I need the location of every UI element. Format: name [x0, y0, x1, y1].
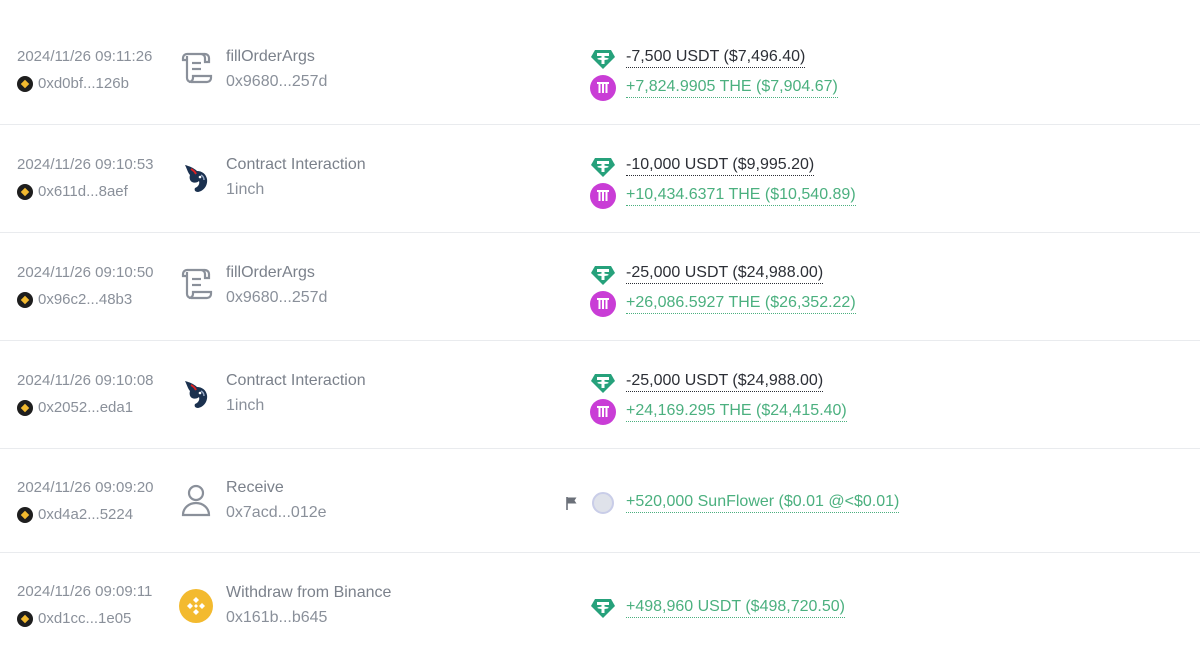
balance-change-in[interactable]: +24,169.295 THE ($24,415.40)	[626, 402, 847, 422]
tx-timestamp: 2024/11/26 09:10:50	[17, 264, 154, 281]
bnb-chain-icon	[17, 610, 33, 627]
tx-type: Contract Interaction	[226, 372, 366, 389]
1inch-unicorn-icon	[178, 376, 214, 412]
tx-counterparty[interactable]: 0x161b...b645	[226, 609, 327, 627]
balance-change-in[interactable]: +10,434.6371 THE ($10,540.89)	[626, 186, 856, 206]
tx-timestamp: 2024/11/26 09:09:20	[17, 479, 154, 496]
bnb-chain-icon	[17, 291, 33, 308]
tx-type: Contract Interaction	[226, 156, 366, 173]
scroll-icon	[178, 50, 214, 86]
tether-icon	[591, 158, 615, 177]
tx-hash[interactable]: 0xd0bf...126b	[38, 75, 129, 92]
tx-hash[interactable]: 0xd1cc...1e05	[38, 610, 131, 627]
row-divider	[0, 340, 1200, 341]
balance-change-out[interactable]: -25,000 USDT ($24,988.00)	[626, 264, 824, 284]
tx-address[interactable]: 0xd4a2...5224	[17, 506, 133, 523]
tx-type: fillOrderArgs	[226, 264, 315, 281]
the-token-icon	[590, 399, 616, 425]
tx-type: Withdraw from Binance	[226, 584, 392, 601]
tx-hash[interactable]: 0x611d...8aef	[38, 183, 128, 200]
sunflower-token-icon	[592, 492, 614, 514]
tx-address[interactable]: 0x2052...eda1	[17, 399, 133, 416]
tx-timestamp: 2024/11/26 09:10:08	[17, 372, 154, 389]
bnb-chain-icon	[17, 399, 33, 416]
tx-counterparty[interactable]: 0x9680...257d	[226, 289, 327, 307]
balance-change-in[interactable]: +520,000 SunFlower ($0.01 @<$0.01)	[626, 493, 900, 513]
tx-counterparty[interactable]: 0x9680...257d	[226, 73, 327, 91]
1inch-unicorn-icon	[178, 160, 214, 196]
tx-timestamp: 2024/11/26 09:10:53	[17, 156, 154, 173]
user-icon	[178, 482, 214, 518]
tether-icon	[591, 599, 615, 618]
balance-change-out[interactable]: -10,000 USDT ($9,995.20)	[626, 156, 815, 176]
tx-counterparty[interactable]: 0x7acd...012e	[226, 504, 327, 522]
tether-icon	[591, 374, 615, 393]
tx-type: Receive	[226, 479, 284, 496]
bnb-chain-icon	[17, 506, 33, 523]
scroll-icon	[178, 266, 214, 302]
tx-timestamp: 2024/11/26 09:11:26	[17, 48, 153, 65]
tx-address[interactable]: 0x611d...8aef	[17, 183, 128, 200]
tx-address[interactable]: 0x96c2...48b3	[17, 291, 132, 308]
tether-icon	[591, 50, 615, 69]
balance-change-out[interactable]: -25,000 USDT ($24,988.00)	[626, 372, 824, 392]
bnb-chain-icon	[17, 75, 33, 92]
row-divider	[0, 448, 1200, 449]
the-token-icon	[590, 183, 616, 209]
row-divider	[0, 232, 1200, 233]
row-divider	[0, 124, 1200, 125]
bnb-chain-icon	[17, 183, 33, 200]
binance-icon	[178, 588, 214, 624]
tx-address[interactable]: 0xd0bf...126b	[17, 75, 129, 92]
balance-change-in[interactable]: +498,960 USDT ($498,720.50)	[626, 598, 845, 618]
tx-hash[interactable]: 0x96c2...48b3	[38, 291, 132, 308]
balance-change-in[interactable]: +26,086.5927 THE ($26,352.22)	[626, 294, 856, 314]
tx-hash[interactable]: 0x2052...eda1	[38, 399, 133, 416]
tx-hash[interactable]: 0xd4a2...5224	[38, 506, 133, 523]
tx-type: fillOrderArgs	[226, 48, 315, 65]
the-token-icon	[590, 291, 616, 317]
tx-timestamp: 2024/11/26 09:09:11	[17, 583, 153, 600]
balance-change-out[interactable]: -7,500 USDT ($7,496.40)	[626, 48, 806, 68]
balance-change-in[interactable]: +7,824.9905 THE ($7,904.67)	[626, 78, 838, 98]
flag-icon[interactable]	[565, 496, 579, 510]
tx-counterparty[interactable]: 1inch	[226, 397, 264, 415]
tx-address[interactable]: 0xd1cc...1e05	[17, 610, 131, 627]
tether-icon	[591, 266, 615, 285]
tx-counterparty[interactable]: 1inch	[226, 181, 264, 199]
the-token-icon	[590, 75, 616, 101]
row-divider	[0, 552, 1200, 553]
